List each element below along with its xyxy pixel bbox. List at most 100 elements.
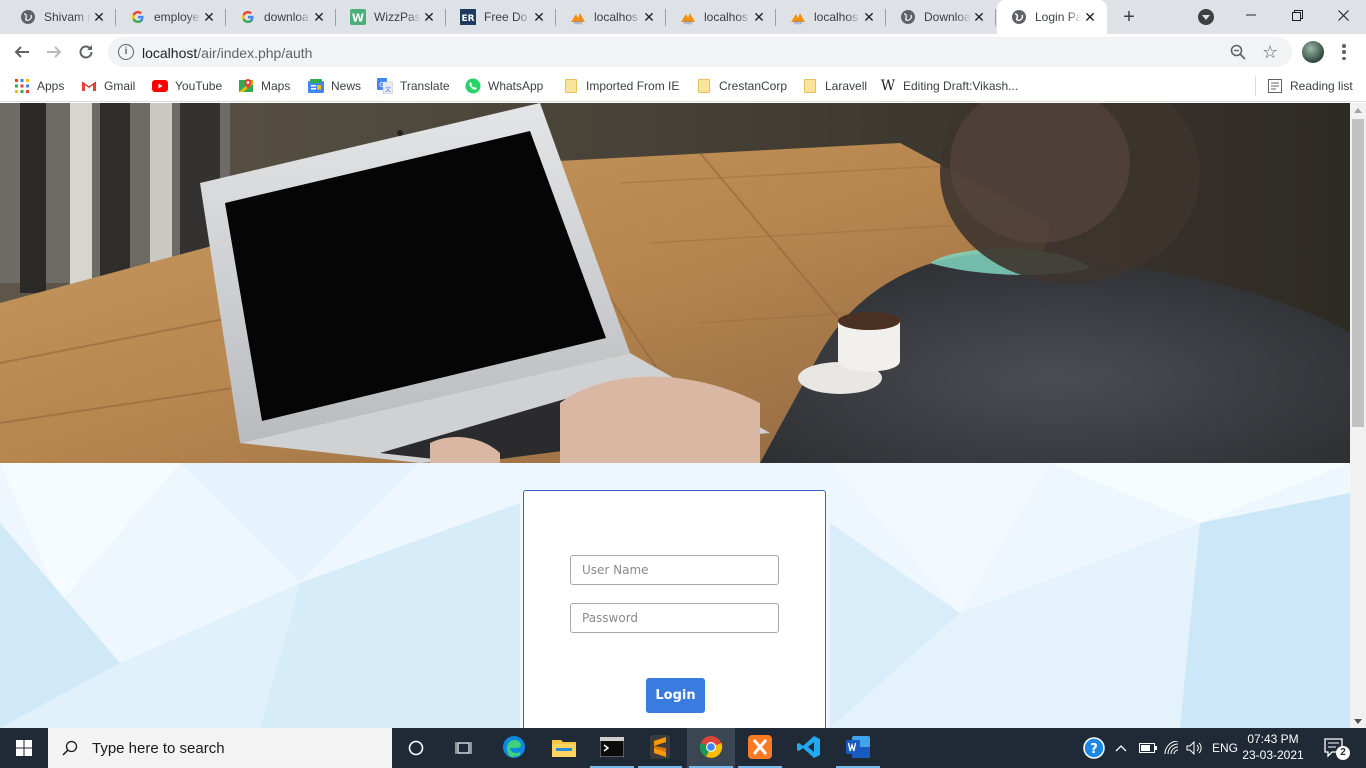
close-icon[interactable]: ✕ [91, 9, 107, 25]
vertical-scrollbar[interactable] [1350, 103, 1366, 728]
close-icon[interactable]: ✕ [641, 9, 657, 25]
bookmark-maps[interactable]: Maps [238, 76, 290, 96]
folder-icon [563, 78, 579, 94]
task-view-button[interactable] [440, 728, 488, 768]
globe-icon [900, 9, 916, 25]
password-input[interactable] [570, 603, 779, 633]
browser-tab[interactable]: PMA localhos ✕ [666, 0, 776, 34]
browser-menu-button[interactable] [1338, 42, 1350, 62]
bookmark-wikipedia[interactable]: W Editing Draft:Vikash... [880, 76, 1018, 96]
close-icon[interactable]: ✕ [861, 9, 877, 25]
reading-list-button[interactable]: Reading list [1267, 76, 1353, 96]
browser-tab-active[interactable]: Login Pa ✕ [997, 0, 1107, 34]
cortana-button[interactable] [392, 728, 440, 768]
svg-text:PMA: PMA [684, 21, 693, 26]
taskbar-edge[interactable] [490, 728, 538, 768]
back-button[interactable] [10, 40, 34, 64]
browser-tab[interactable]: W WizzPas ✕ [336, 0, 446, 34]
browser-tab[interactable]: PMA localhos ✕ [776, 0, 886, 34]
bookmark-label: YouTube [175, 79, 223, 93]
bookmark-youtube[interactable]: YouTube [152, 76, 222, 96]
site-info-icon[interactable]: i [118, 44, 134, 60]
browser-tab[interactable]: Shivam r ✕ [6, 0, 116, 34]
address-url[interactable]: localhost/air/index.php/auth [142, 45, 312, 61]
zoom-icon[interactable] [1230, 44, 1246, 63]
bookmark-folder-laravell[interactable]: Laravell [802, 76, 867, 96]
taskbar-sublime-text[interactable] [636, 728, 684, 768]
bookmark-news[interactable]: News [308, 76, 361, 96]
youtube-icon [152, 78, 168, 94]
bookmark-whatsapp[interactable]: WhatsApp [465, 76, 543, 96]
taskbar-file-explorer[interactable] [540, 728, 588, 768]
sublime-text-icon [650, 734, 670, 762]
taskbar-chrome[interactable] [687, 728, 735, 768]
battery-icon[interactable] [1139, 728, 1157, 768]
taskbar-word[interactable] [834, 728, 882, 768]
notification-count: 2 [1336, 746, 1350, 760]
phpmyadmin-icon: PMA [680, 9, 696, 25]
notification-center-button[interactable]: 2 [1324, 738, 1350, 760]
close-icon[interactable]: ✕ [201, 9, 217, 25]
close-icon[interactable]: ✕ [311, 9, 327, 25]
folder-icon [696, 78, 712, 94]
taskbar-terminal[interactable] [588, 728, 636, 768]
tab-title: Downloa [924, 10, 971, 24]
bookmark-label: Laravell [825, 79, 868, 93]
google-icon [130, 9, 146, 25]
bookmark-folder-imported[interactable]: Imported From IE [563, 76, 679, 96]
close-icon[interactable]: ✕ [971, 9, 987, 25]
username-input[interactable] [570, 555, 779, 585]
taskbar-search-box[interactable]: Type here to search [48, 728, 392, 768]
browser-tab[interactable]: Downloa ✕ [886, 0, 996, 34]
bookmark-translate[interactable]: G文 Translate [377, 76, 450, 96]
taskbar-clock[interactable]: 07:43 PM 23-03-2021 [1240, 731, 1306, 763]
scroll-thumb[interactable] [1352, 119, 1364, 427]
start-button[interactable] [0, 728, 48, 768]
bookmark-gmail[interactable]: Gmail [81, 76, 135, 96]
url-host: localhost [142, 45, 198, 61]
restore-button[interactable] [1274, 0, 1320, 30]
svg-text:PMA: PMA [794, 21, 803, 26]
browser-tab[interactable]: employe ✕ [116, 0, 226, 34]
scroll-up-arrow[interactable] [1354, 108, 1362, 113]
close-icon[interactable]: ✕ [751, 9, 767, 25]
bookmark-label: Gmail [104, 79, 136, 93]
volume-icon[interactable] [1186, 728, 1204, 768]
taskbar-vscode[interactable] [785, 728, 833, 768]
svg-text:PMA: PMA [574, 21, 583, 26]
scroll-down-arrow[interactable] [1354, 719, 1362, 724]
tab-title: downloa [264, 10, 309, 24]
bookmark-label: WhatsApp [488, 79, 544, 93]
clock-date: 23-03-2021 [1242, 748, 1304, 762]
clock-time: 07:43 PM [1247, 732, 1299, 746]
close-icon[interactable]: ✕ [1082, 9, 1098, 25]
chevron-up-icon[interactable] [1115, 728, 1127, 768]
maps-icon [238, 78, 254, 94]
xampp-icon [748, 734, 772, 762]
browser-tab[interactable]: downloa ✕ [226, 0, 336, 34]
wifi-icon[interactable] [1164, 728, 1180, 768]
reload-button[interactable] [74, 40, 98, 64]
new-tab-button[interactable]: + [1118, 7, 1140, 29]
forward-button[interactable] [42, 40, 66, 64]
phpmyadmin-icon: PMA [570, 9, 586, 25]
bookmarks-bar: Apps Gmail YouTube Maps News G文 Translat… [0, 70, 1366, 102]
help-icon[interactable]: ? [1083, 728, 1105, 768]
tab-title: localhos [704, 10, 749, 24]
close-window-button[interactable] [1320, 0, 1366, 30]
profile-avatar[interactable] [1302, 41, 1324, 63]
close-icon[interactable]: ✕ [531, 9, 547, 25]
address-bar[interactable]: i localhost/air/index.php/auth ☆ [108, 37, 1292, 67]
login-button[interactable]: Login [646, 678, 705, 713]
tab-search-icon[interactable] [1198, 9, 1214, 25]
language-indicator[interactable]: ENG [1212, 728, 1238, 768]
close-icon[interactable]: ✕ [421, 9, 437, 25]
bookmark-folder-crestancorp[interactable]: CrestanCorp [696, 76, 787, 96]
browser-tab[interactable]: ER Free Do ✕ [446, 0, 556, 34]
minimize-button[interactable] [1228, 0, 1274, 30]
taskbar-xampp[interactable] [736, 728, 784, 768]
bookmark-star-icon[interactable]: ☆ [1262, 42, 1278, 63]
bookmark-apps[interactable]: Apps [14, 76, 64, 96]
browser-tab[interactable]: PMA localhos ✕ [556, 0, 666, 34]
wizzpass-icon: W [350, 9, 366, 25]
